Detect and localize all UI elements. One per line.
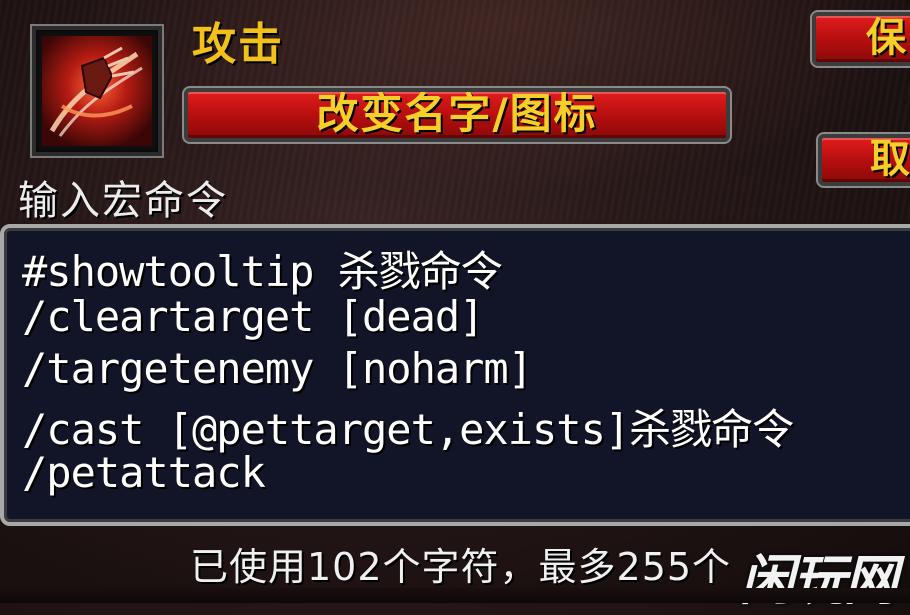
character-count: 已使用102个字符，最多255个 [190,545,732,589]
site-watermark: 闲玩网 [740,549,898,612]
macro-text-editbox[interactable]: #showtooltip 杀戮命令 /cleartarget [dead] /t… [0,224,910,526]
claw-strike-icon [42,36,152,146]
macro-line: /targetenemy [noharm] [22,344,533,393]
save-button[interactable]: 保 [810,10,910,68]
macro-line: /petattack [22,448,266,497]
macro-line: #showtooltip 杀戮命令 [22,247,503,296]
bottom-frame-edge [0,588,910,603]
macro-icon-button[interactable] [30,24,164,158]
macro-line: /cleartarget [dead] [22,292,484,341]
change-name-icon-button[interactable]: 改变名字/图标 [182,86,732,144]
macro-input-label: 输入宏命令 [18,178,228,224]
cancel-button[interactable]: 取 [816,132,910,188]
macro-name: 攻击 [192,19,284,70]
